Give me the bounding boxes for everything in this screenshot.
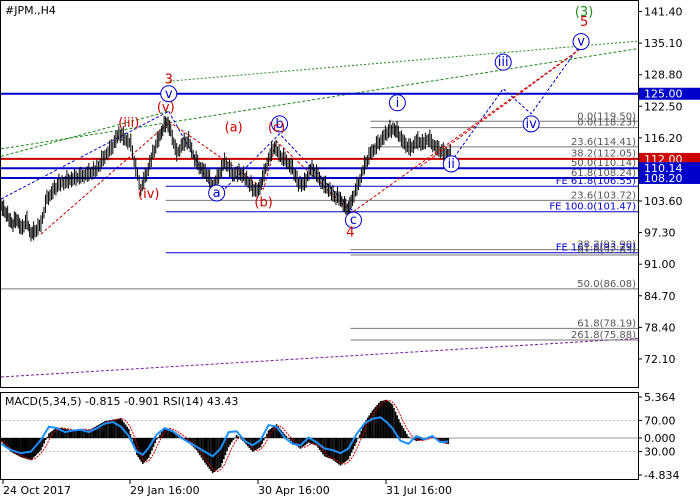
- wave-label: (b): [254, 196, 272, 211]
- time-tick-label: 24 Oct 2017: [3, 484, 71, 497]
- main-panel-frame: [0, 0, 639, 388]
- price-tick-label: 141.40: [644, 6, 683, 19]
- wave-label: iv: [526, 117, 538, 132]
- chart-svg: 0.0(119.50)0.0(118.23)23.6(114.41)38.2(1…: [0, 0, 700, 497]
- price-tick-label: 128.80: [644, 69, 683, 82]
- price-tick-label: 135.10: [644, 37, 683, 50]
- chart-title: #JPM.,H4: [5, 4, 56, 17]
- price-tick-label: 84.70: [644, 290, 676, 303]
- wave-label: 4: [346, 226, 354, 241]
- price-tick-label: 97.30: [644, 227, 676, 240]
- fib-level-label: 61.8(78.19): [577, 318, 636, 329]
- fib-level-label: 261.8(75.88): [571, 330, 636, 341]
- indicator-tick-label: -4.834: [644, 469, 679, 482]
- indicator-header: MACD(5,34,5) -0.815 -0.901 RSI(14) 43.43: [5, 395, 238, 408]
- price-tick-label: 91.00: [644, 258, 676, 271]
- price-tag-label: 108.20: [644, 172, 683, 185]
- price-tick-label: 122.50: [644, 100, 683, 113]
- time-axis: 24 Oct 2017 29 Jan 16:00 30 Apr 16:00 31 Ju…: [2, 479, 452, 497]
- price-tick-label: 78.40: [644, 321, 676, 334]
- indicator-axis: 5.364 70.00 0.00030.00 -4.834: [638, 391, 679, 482]
- wave-label: (iv): [138, 187, 159, 202]
- fib-level-label: 23.6(114.41): [571, 137, 636, 148]
- price-tick-label: 103.60: [644, 195, 683, 208]
- time-tick-label: 31 Jul 16:00: [386, 484, 452, 497]
- fib-level-label: 23.6(103.72): [571, 190, 636, 201]
- wave-label: iii: [498, 55, 509, 70]
- price-axis: 141.40135.10128.80122.50116.20109.90103.…: [638, 6, 683, 366]
- wave-label: (c): [268, 120, 285, 135]
- fib-level-label: FE 100.0(101.47): [549, 202, 636, 213]
- fib-level-label: 50.0(86.08): [577, 279, 636, 290]
- chart-root: 0.0(119.50) 0.0(118.23) 23.6(114.41) 38.2(1…: [0, 0, 700, 500]
- indicator-tick-label: 30.00: [644, 446, 676, 459]
- wave-label: ii: [448, 157, 455, 172]
- indicator-tick-label: 0.000: [644, 432, 676, 445]
- indicator-tick-label: 70.00: [644, 414, 676, 427]
- wave-label: a: [213, 186, 221, 201]
- time-tick-label: 30 Apr 16:00: [258, 484, 330, 497]
- price-tick-label: 72.10: [644, 353, 676, 366]
- wave-label: i: [396, 96, 400, 111]
- wave-label: v: [577, 35, 585, 50]
- price-tick-label: 116.20: [644, 132, 683, 145]
- time-tick-label: 29 Jan 16:00: [130, 484, 200, 497]
- wave-label: (v): [157, 100, 175, 115]
- fib-level-label: 61.8(92.83): [577, 245, 636, 256]
- indicator-tick-label: 5.364: [644, 391, 676, 404]
- wave-label: 5: [580, 15, 588, 30]
- wave-label: (iii): [118, 116, 139, 131]
- fib-level-label: 0.0(118.23): [577, 118, 636, 129]
- price-tag-label: 125.00: [644, 88, 683, 101]
- wave-label: (a): [225, 120, 243, 135]
